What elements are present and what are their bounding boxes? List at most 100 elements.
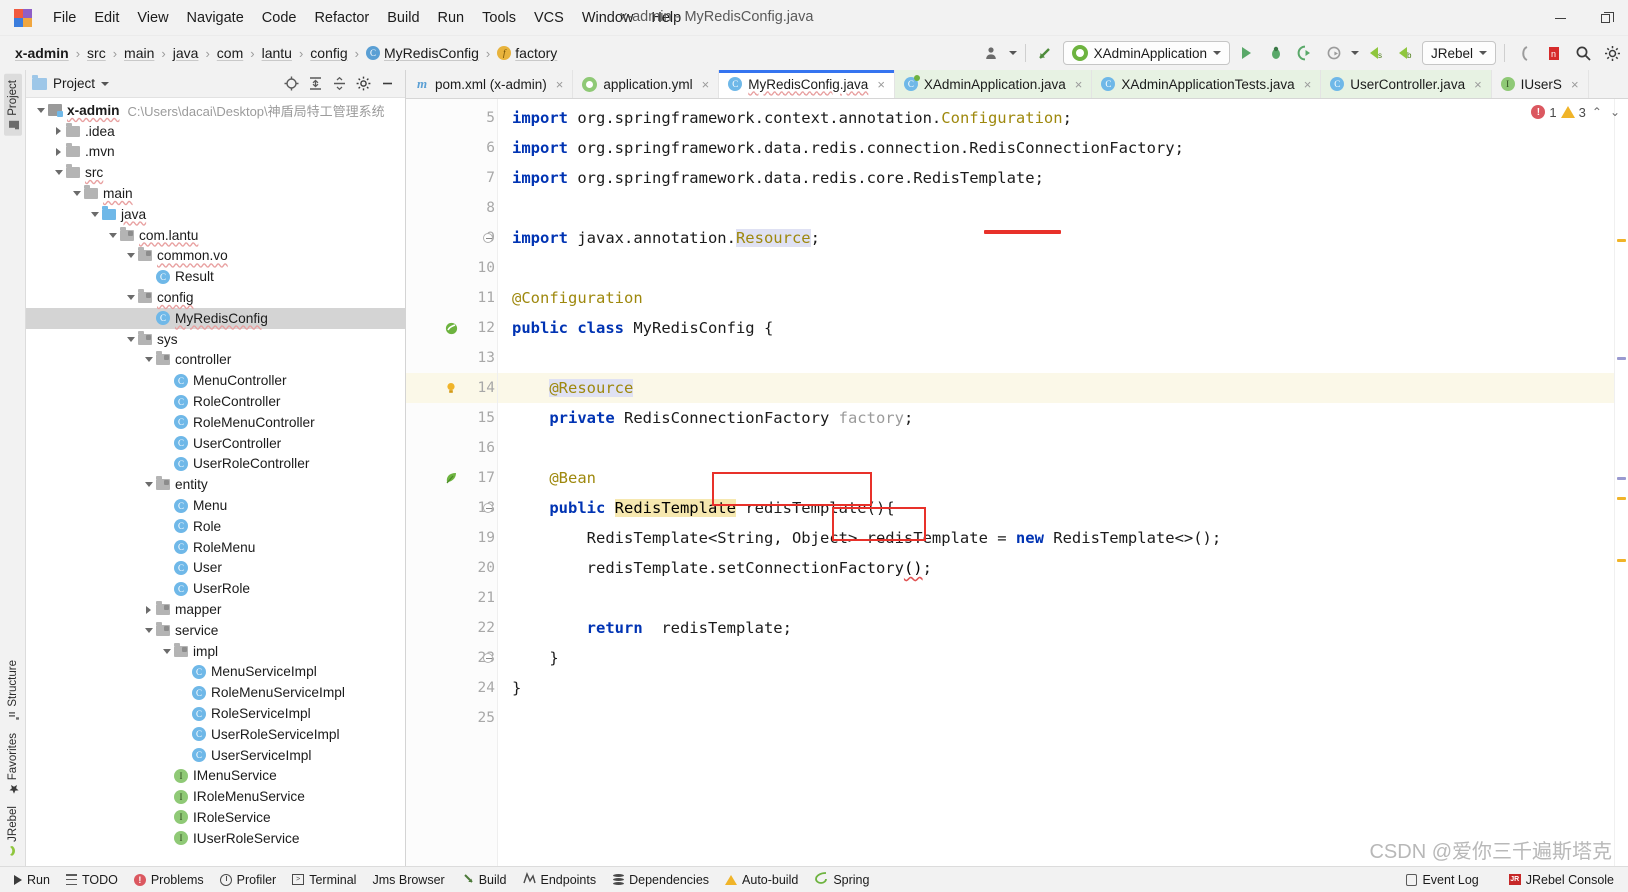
- target-icon[interactable]: [284, 76, 299, 91]
- tree-row[interactable]: I IUserRoleService: [26, 828, 405, 849]
- tree-row[interactable]: C RoleServiceImpl: [26, 703, 405, 724]
- search-icon[interactable]: [1571, 41, 1595, 65]
- breadcrumb-item-src[interactable]: src: [84, 44, 109, 62]
- code-line-21[interactable]: [498, 583, 1614, 613]
- tree-row[interactable]: C RoleController: [26, 391, 405, 412]
- close-icon[interactable]: ×: [1474, 77, 1482, 92]
- code-line-22[interactable]: return redisTemplate;: [498, 613, 1614, 643]
- chevron-up-icon[interactable]: ⌃: [1590, 105, 1604, 119]
- tree-row[interactable]: main: [26, 183, 405, 204]
- gutter-line-25[interactable]: 25: [406, 703, 497, 733]
- jrebel-logo-icon[interactable]: n: [1542, 41, 1566, 65]
- code-fold-toggle[interactable]: [482, 233, 493, 244]
- user-avatar-icon[interactable]: [980, 41, 1004, 65]
- chevron-down-icon[interactable]: [52, 170, 65, 175]
- code-line-13[interactable]: [498, 343, 1614, 373]
- collapse-icon[interactable]: [308, 76, 323, 91]
- status-endpoints[interactable]: Endpoints: [515, 870, 605, 889]
- gutter-line-17[interactable]: 17: [406, 463, 497, 493]
- tree-row[interactable]: entity: [26, 474, 405, 495]
- tool-window-tab-favorites[interactable]: Favorites: [4, 727, 22, 800]
- status-jrebel-console[interactable]: JR JRebel Console: [1501, 871, 1622, 889]
- tree-row[interactable]: x-admin C:\Users\dacai\Desktop\神盾局特工管理系统: [26, 100, 405, 121]
- status-terminal[interactable]: > Terminal: [284, 871, 364, 889]
- tree-row[interactable]: C UserServiceImpl: [26, 745, 405, 766]
- gutter-line-6[interactable]: 6: [406, 133, 497, 163]
- tree-row[interactable]: src: [26, 162, 405, 183]
- code-line-8[interactable]: [498, 193, 1614, 223]
- tree-row[interactable]: C Role: [26, 516, 405, 537]
- code-line-9[interactable]: import javax.annotation.Resource;: [498, 223, 1614, 253]
- editor-tab-pom-xml-x-admin-[interactable]: m pom.xml (x-admin) ×: [406, 70, 574, 98]
- tree-row[interactable]: .mvn: [26, 142, 405, 163]
- project-tree[interactable]: x-admin C:\Users\dacai\Desktop\神盾局特工管理系统.…: [26, 98, 405, 866]
- chevron-down-icon[interactable]: [124, 337, 137, 342]
- chevron-down-icon[interactable]: [1008, 51, 1017, 55]
- close-icon[interactable]: ×: [877, 77, 885, 92]
- tree-row[interactable]: C RoleMenuController: [26, 412, 405, 433]
- gutter-line-7[interactable]: 7: [406, 163, 497, 193]
- breadcrumb-item-lantu[interactable]: lantu: [259, 44, 295, 62]
- tree-row-selected[interactable]: C MyRedisConfig: [26, 307, 405, 329]
- code-line-6[interactable]: import org.springframework.data.redis.co…: [498, 133, 1614, 163]
- code-line-19[interactable]: RedisTemplate<String, Object> redisTempl…: [498, 523, 1614, 553]
- chevron-down-icon[interactable]: [142, 357, 155, 362]
- breadcrumb-item-com[interactable]: com: [214, 44, 246, 62]
- code-line-7[interactable]: import org.springframework.data.redis.co…: [498, 163, 1614, 193]
- code-line-11[interactable]: @Configuration: [498, 283, 1614, 313]
- tree-row[interactable]: config: [26, 287, 405, 308]
- tree-row[interactable]: service: [26, 620, 405, 641]
- status-auto-build[interactable]: Auto-build: [717, 871, 806, 889]
- code-line-23[interactable]: }: [498, 643, 1614, 673]
- chevron-down-icon[interactable]: [160, 649, 173, 654]
- tree-row[interactable]: C Result: [26, 266, 405, 287]
- editor-tab-iusers[interactable]: I IUserS ×: [1492, 70, 1589, 98]
- code-line-18[interactable]: public RedisTemplate redisTemplate(){: [498, 493, 1614, 523]
- menu-build[interactable]: Build: [378, 6, 428, 30]
- status-problems[interactable]: ! Problems: [126, 871, 212, 889]
- editor-tab-xadminapplication-java[interactable]: C XAdminApplication.java ×: [894, 70, 1093, 98]
- tree-row[interactable]: C UserController: [26, 433, 405, 454]
- menu-run[interactable]: Run: [429, 6, 474, 30]
- close-icon[interactable]: ×: [702, 77, 710, 92]
- gutter-line-24[interactable]: 24: [406, 673, 497, 703]
- menu-navigate[interactable]: Navigate: [178, 6, 253, 30]
- menu-code[interactable]: Code: [253, 6, 306, 30]
- chevron-down-icon[interactable]: ⌄: [1608, 105, 1622, 119]
- tree-row[interactable]: I IMenuService: [26, 766, 405, 787]
- chevron-down-icon[interactable]: [124, 295, 137, 300]
- breadcrumb-item-factory[interactable]: f factory: [494, 44, 560, 62]
- gutter-line-16[interactable]: 16: [406, 433, 497, 463]
- gutter-line-12[interactable]: 12: [406, 313, 497, 343]
- editor-gutter[interactable]: 5 6 7 8 9 10 11 12 13 14 15 16 17 18 19 20 21 22 23 24 25: [406, 99, 498, 866]
- code-line-16[interactable]: [498, 433, 1614, 463]
- editor-tab-xadminapplicationtests-java[interactable]: C XAdminApplicationTests.java ×: [1092, 70, 1322, 98]
- tree-row[interactable]: controller: [26, 350, 405, 371]
- close-icon[interactable]: ×: [1571, 77, 1579, 92]
- code-line-15[interactable]: private RedisConnectionFactory factory;: [498, 403, 1614, 433]
- menu-vcs[interactable]: VCS: [525, 6, 573, 30]
- gutter-line-9[interactable]: 9: [406, 223, 497, 253]
- tree-row[interactable]: mapper: [26, 599, 405, 620]
- gutter-line-10[interactable]: 10: [406, 253, 497, 283]
- status-dependencies[interactable]: Dependencies: [604, 871, 717, 889]
- breadcrumb-item-main[interactable]: main: [121, 44, 157, 62]
- chevron-down-icon[interactable]: [34, 108, 47, 113]
- tree-row[interactable]: C MenuServiceImpl: [26, 662, 405, 683]
- restore-button[interactable]: [1583, 0, 1628, 36]
- back-arrow-icon[interactable]: [1034, 41, 1058, 65]
- editor-marker-track[interactable]: [1614, 99, 1628, 866]
- code-line-17[interactable]: @Bean: [498, 463, 1614, 493]
- tree-row[interactable]: .idea: [26, 121, 405, 142]
- gutter-line-23[interactable]: 23: [406, 643, 497, 673]
- chevron-down-icon[interactable]: [70, 191, 83, 196]
- gutter-line-18[interactable]: 18: [406, 493, 497, 523]
- tree-row[interactable]: com.lantu: [26, 225, 405, 246]
- jrebel-debug-icon[interactable]: b: [1393, 41, 1417, 65]
- gear-icon[interactable]: [356, 76, 371, 91]
- status-build[interactable]: Build: [453, 870, 515, 890]
- editor-tab-usercontroller-java[interactable]: C UserController.java ×: [1321, 70, 1492, 98]
- run-configuration-selector[interactable]: XAdminApplication: [1062, 41, 1230, 65]
- tree-row[interactable]: C UserRole: [26, 578, 405, 599]
- expand-icon[interactable]: [332, 76, 347, 91]
